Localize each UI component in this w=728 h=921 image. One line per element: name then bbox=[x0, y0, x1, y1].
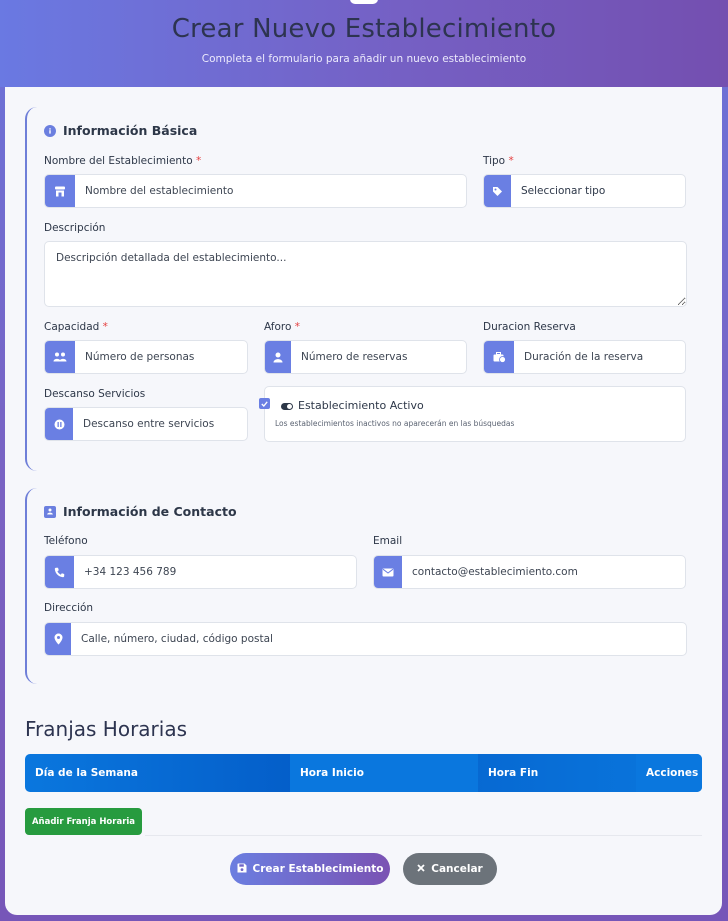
email-field[interactable] bbox=[373, 555, 686, 589]
cancel-button[interactable]: Cancelar bbox=[403, 853, 497, 885]
col-end: Hora Fin bbox=[488, 767, 539, 779]
email-label: Email bbox=[373, 535, 403, 547]
capacity-input[interactable] bbox=[75, 341, 247, 373]
capacity-label: Capacidad * bbox=[44, 321, 108, 333]
close-icon bbox=[417, 863, 425, 875]
rest-input[interactable] bbox=[73, 408, 247, 440]
add-time-slot-button[interactable]: Añadir Franja Horaria bbox=[25, 808, 142, 835]
user-icon bbox=[265, 341, 291, 373]
col-actions: Acciones bbox=[636, 754, 702, 792]
duration-field[interactable] bbox=[483, 340, 686, 374]
duration-label: Duracion Reserva bbox=[483, 321, 576, 333]
form-card: Información Básica Nombre del Establecim… bbox=[5, 87, 722, 915]
briefcase-clock-icon bbox=[484, 341, 514, 373]
description-label: Descripción bbox=[44, 222, 106, 234]
contact-info-title: Información de Contacto bbox=[44, 504, 237, 519]
type-select-value: Seleccionar tipo bbox=[521, 185, 606, 197]
type-label: Tipo * bbox=[483, 155, 514, 167]
users-icon bbox=[45, 341, 75, 373]
duration-input[interactable] bbox=[514, 341, 685, 373]
tag-icon bbox=[484, 175, 511, 207]
save-icon bbox=[237, 863, 247, 876]
phone-input[interactable] bbox=[74, 556, 356, 588]
page-subtitle: Completa el formulario para añadir un nu… bbox=[201, 53, 527, 65]
contact-card-icon bbox=[44, 505, 56, 518]
create-button[interactable]: Crear Establecimiento bbox=[230, 853, 390, 885]
aforo-input[interactable] bbox=[291, 341, 466, 373]
address-input[interactable] bbox=[71, 623, 686, 655]
col-day: Día de la Semana bbox=[35, 767, 138, 779]
rest-label: Descanso Servicios bbox=[44, 388, 146, 400]
active-hint: Los establecimientos inactivos no aparec… bbox=[275, 419, 515, 428]
store-icon bbox=[45, 175, 75, 207]
name-field[interactable] bbox=[44, 174, 467, 208]
type-select[interactable]: Seleccionar tipo bbox=[483, 174, 686, 208]
active-label: Establecimiento Activo bbox=[298, 399, 424, 412]
address-field[interactable] bbox=[44, 622, 687, 656]
mail-icon bbox=[374, 556, 402, 588]
location-icon bbox=[45, 623, 71, 655]
time-slots-table-header: Día de la Semana Hora Inicio Hora Fin Ac… bbox=[25, 754, 702, 792]
address-label: Dirección bbox=[44, 602, 94, 614]
phone-field[interactable] bbox=[44, 555, 357, 589]
phone-icon bbox=[45, 556, 74, 588]
phone-label: Teléfono bbox=[44, 535, 88, 547]
contact-info-section: Información de Contacto Teléfono Email D… bbox=[25, 488, 702, 684]
basic-info-section: Información Básica Nombre del Establecim… bbox=[25, 107, 702, 471]
pause-icon bbox=[45, 408, 73, 440]
email-input[interactable] bbox=[402, 556, 685, 588]
page-header: Crear Nuevo Establecimiento Completa el … bbox=[0, 0, 728, 87]
header-tab bbox=[350, 0, 378, 4]
toggle-icon bbox=[281, 403, 293, 410]
capacity-field[interactable] bbox=[44, 340, 248, 374]
description-textarea[interactable] bbox=[44, 241, 687, 307]
footer-divider bbox=[145, 835, 702, 836]
basic-info-title: Información Básica bbox=[44, 123, 197, 138]
info-icon bbox=[44, 124, 56, 137]
name-label: Nombre del Establecimiento * bbox=[44, 155, 202, 167]
page-title: Crear Nuevo Establecimiento bbox=[171, 14, 557, 44]
active-toggle-box[interactable]: Establecimiento Activo Los establecimien… bbox=[259, 386, 686, 442]
aforo-field[interactable] bbox=[264, 340, 467, 374]
col-start: Hora Inicio bbox=[290, 754, 478, 792]
aforo-label: Aforo * bbox=[264, 321, 301, 333]
name-input[interactable] bbox=[75, 175, 466, 207]
rest-field[interactable] bbox=[44, 407, 248, 441]
active-checkbox[interactable] bbox=[259, 398, 270, 409]
time-slots-title: Franjas Horarias bbox=[25, 717, 188, 741]
